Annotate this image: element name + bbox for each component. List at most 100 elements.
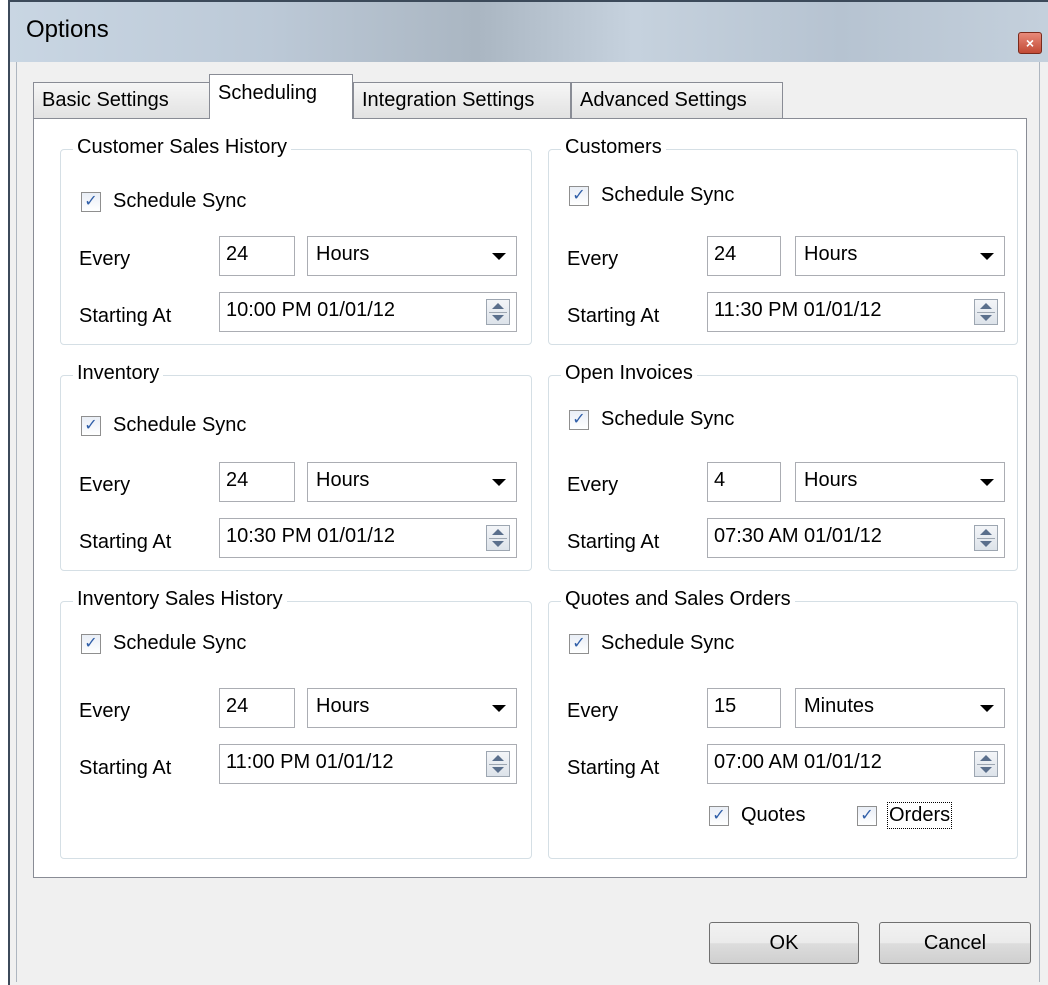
schedule-sync-label: Schedule Sync xyxy=(113,414,247,436)
tab-integration-settings[interactable]: Integration Settings xyxy=(353,82,571,118)
group-title: Quotes and Sales Orders xyxy=(561,588,795,611)
start-datetime-value: 07:00 AM 01/01/12 xyxy=(714,751,882,773)
checkbox-box[interactable]: ✓ xyxy=(81,633,101,654)
start-datetime-value: 07:30 AM 01/01/12 xyxy=(714,525,882,547)
interval-unit-select[interactable]: Hours xyxy=(307,236,517,276)
spin-icon[interactable] xyxy=(486,751,510,777)
spin-icon[interactable] xyxy=(486,299,510,325)
checkbox-box[interactable]: ✓ xyxy=(569,185,589,206)
start-datetime-value: 11:00 PM 01/01/12 xyxy=(226,751,394,773)
interval-unit-value: Hours xyxy=(804,243,858,265)
schedule-sync-checkbox[interactable]: ✓ Schedule Sync xyxy=(81,632,246,655)
group-title: Inventory xyxy=(73,362,164,385)
starting-at-label: Starting At xyxy=(567,531,660,553)
schedule-sync-label: Schedule Sync xyxy=(113,632,247,654)
interval-input[interactable]: 24 xyxy=(219,688,295,728)
chevron-down-icon[interactable] xyxy=(980,479,994,486)
quotes-checkbox[interactable]: ✓ Quotes xyxy=(709,804,805,827)
group-title: Customer Sales History xyxy=(73,136,292,159)
chevron-down-icon[interactable] xyxy=(492,705,506,712)
start-datetime-picker[interactable]: 07:30 AM 01/01/12 xyxy=(707,518,1005,558)
group-title: Open Invoices xyxy=(561,362,697,385)
checkbox-box[interactable]: ✓ xyxy=(81,191,101,212)
orders-label: Orders xyxy=(886,802,953,829)
tab-label: Basic Settings xyxy=(42,89,169,111)
check-icon: ✓ xyxy=(572,186,586,204)
every-label: Every xyxy=(79,474,131,496)
every-label: Every xyxy=(567,700,619,722)
spin-icon[interactable] xyxy=(486,525,510,551)
schedule-sync-label: Schedule Sync xyxy=(601,184,735,206)
interval-input[interactable]: 24 xyxy=(219,236,295,276)
spin-icon[interactable] xyxy=(974,751,998,777)
every-label: Every xyxy=(567,474,619,496)
starting-at-label: Starting At xyxy=(79,757,172,779)
spin-icon[interactable] xyxy=(974,525,998,551)
checkbox-box[interactable]: ✓ xyxy=(857,805,877,826)
close-icon[interactable]: × xyxy=(1018,32,1042,54)
schedule-sync-checkbox[interactable]: ✓ Schedule Sync xyxy=(569,408,734,431)
schedule-sync-checkbox[interactable]: ✓ Schedule Sync xyxy=(569,632,734,655)
start-datetime-value: 11:30 PM 01/01/12 xyxy=(714,299,882,321)
interval-unit-select[interactable]: Hours xyxy=(795,236,1005,276)
tab-advanced-settings[interactable]: Advanced Settings xyxy=(571,82,783,118)
interval-input[interactable]: 15 xyxy=(707,688,781,728)
cancel-button[interactable]: Cancel xyxy=(879,922,1031,964)
check-icon: ✓ xyxy=(84,416,98,434)
schedule-sync-checkbox[interactable]: ✓ Schedule Sync xyxy=(81,414,246,437)
interval-unit-value: Hours xyxy=(316,469,370,491)
chevron-down-icon[interactable] xyxy=(492,479,506,486)
checkbox-box[interactable]: ✓ xyxy=(569,409,589,430)
spin-icon[interactable] xyxy=(974,299,998,325)
tab-basic-settings[interactable]: Basic Settings xyxy=(33,82,211,118)
chevron-down-icon[interactable] xyxy=(492,253,506,260)
checkbox-box[interactable]: ✓ xyxy=(569,633,589,654)
check-icon: ✓ xyxy=(712,806,726,824)
options-dialog: Options × Basic Settings Scheduling Inte… xyxy=(8,0,1048,985)
start-datetime-picker[interactable]: 10:00 PM 01/01/12 xyxy=(219,292,517,332)
schedule-sync-label: Schedule Sync xyxy=(601,408,735,430)
interval-unit-value: Hours xyxy=(316,243,370,265)
start-datetime-picker[interactable]: 11:30 PM 01/01/12 xyxy=(707,292,1005,332)
start-datetime-value: 10:30 PM 01/01/12 xyxy=(226,525,396,547)
group-inventory: Inventory ✓ Schedule Sync Every 24 Hours… xyxy=(60,362,532,571)
start-datetime-picker[interactable]: 07:00 AM 01/01/12 xyxy=(707,744,1005,784)
group-customer-sales-history: Customer Sales History ✓ Schedule Sync E… xyxy=(60,136,532,345)
group-quotes-and-sales-orders: Quotes and Sales Orders ✓ Schedule Sync … xyxy=(548,588,1018,859)
interval-unit-select[interactable]: Hours xyxy=(307,688,517,728)
interval-input[interactable]: 24 xyxy=(707,236,781,276)
chevron-down-icon[interactable] xyxy=(980,253,994,260)
check-icon: ✓ xyxy=(860,806,874,824)
tab-label: Integration Settings xyxy=(362,89,535,111)
check-icon: ✓ xyxy=(572,634,586,652)
interval-unit-value: Hours xyxy=(316,695,370,717)
schedule-sync-checkbox[interactable]: ✓ Schedule Sync xyxy=(81,190,246,213)
start-datetime-picker[interactable]: 10:30 PM 01/01/12 xyxy=(219,518,517,558)
every-label: Every xyxy=(79,700,131,722)
checkbox-box[interactable]: ✓ xyxy=(709,805,729,826)
chevron-down-icon[interactable] xyxy=(980,705,994,712)
orders-checkbox[interactable]: ✓ Orders xyxy=(857,802,953,829)
interval-unit-value: Minutes xyxy=(804,695,875,717)
starting-at-label: Starting At xyxy=(567,757,660,779)
interval-unit-select[interactable]: Hours xyxy=(307,462,517,502)
scheduling-panel: Customer Sales History ✓ Schedule Sync E… xyxy=(33,118,1027,878)
schedule-sync-label: Schedule Sync xyxy=(113,190,247,212)
start-datetime-value: 10:00 PM 01/01/12 xyxy=(226,299,396,321)
start-datetime-picker[interactable]: 11:00 PM 01/01/12 xyxy=(219,744,517,784)
dialog-client: Basic Settings Scheduling Integration Se… xyxy=(16,62,1040,982)
checkbox-box[interactable]: ✓ xyxy=(81,415,101,436)
group-title: Customers xyxy=(561,136,666,159)
check-icon: ✓ xyxy=(84,634,98,652)
ok-button[interactable]: OK xyxy=(709,922,859,964)
starting-at-label: Starting At xyxy=(79,531,172,553)
interval-input[interactable]: 24 xyxy=(219,462,295,502)
tab-scheduling[interactable]: Scheduling xyxy=(209,74,353,119)
title-bar[interactable]: Options × xyxy=(10,2,1048,62)
every-label: Every xyxy=(567,248,619,270)
interval-unit-select[interactable]: Minutes xyxy=(795,688,1005,728)
interval-input[interactable]: 4 xyxy=(707,462,781,502)
interval-unit-select[interactable]: Hours xyxy=(795,462,1005,502)
group-customers: Customers ✓ Schedule Sync Every 24 Hours… xyxy=(548,136,1018,345)
schedule-sync-checkbox[interactable]: ✓ Schedule Sync xyxy=(569,184,734,207)
